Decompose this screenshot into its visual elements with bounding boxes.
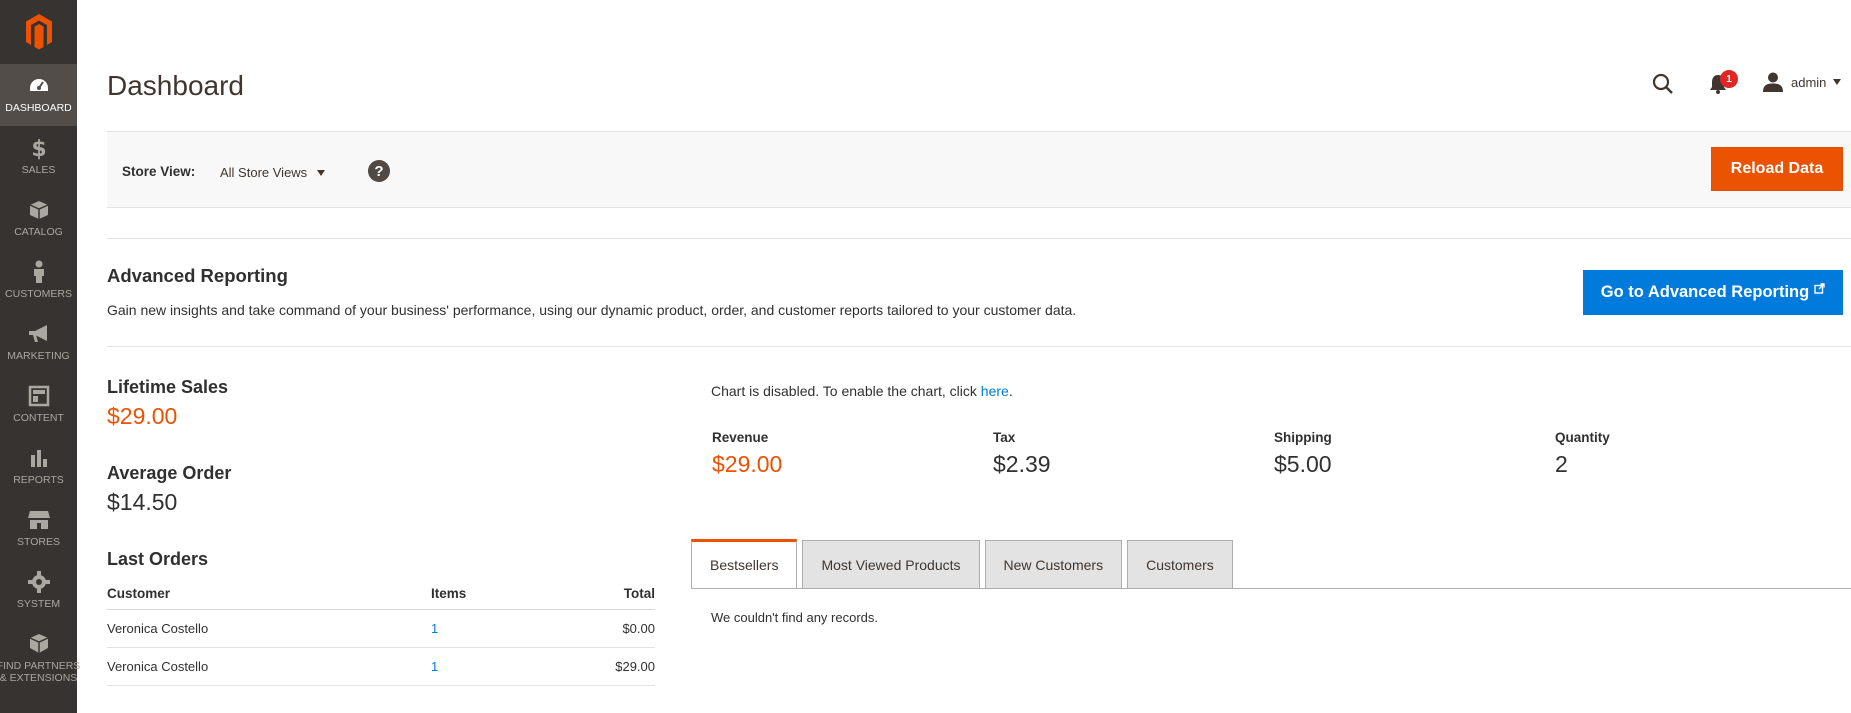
svg-text:$: $: [31, 137, 46, 160]
sidebar-item-label: STORES: [17, 536, 60, 548]
storefront-icon: [26, 507, 52, 533]
last-orders-table: Customer Items Total Veronica Costello 1…: [107, 578, 655, 686]
speedometer-icon: [26, 73, 52, 99]
bar-chart-icon: [26, 445, 52, 471]
enable-chart-link[interactable]: here: [981, 383, 1009, 399]
sidebar-item-reports[interactable]: REPORTS: [0, 436, 77, 498]
order-customer: Veronica Costello: [107, 659, 209, 674]
lifetime-sales-label: Lifetime Sales: [107, 377, 229, 397]
page-title: Dashboard: [107, 70, 244, 101]
cubes-icon: [26, 631, 52, 657]
shipping-label: Shipping: [1274, 430, 1332, 445]
dashboard-tabs: Bestsellers Most Viewed Products New Cus…: [691, 539, 1238, 588]
megaphone-icon: [26, 321, 52, 347]
order-customer: Veronica Costello: [107, 621, 209, 636]
store-view-selected: All Store Views: [220, 165, 308, 180]
tax-label: Tax: [993, 430, 1016, 445]
sidebar-item-label: SYSTEM: [16, 598, 61, 610]
quantity-label: Quantity: [1555, 430, 1610, 445]
total-quantity: Quantity 2: [1555, 430, 1610, 478]
external-link-icon: [1814, 283, 1825, 294]
last-orders-title: Last Orders: [107, 549, 209, 569]
sidebar-item-label: CUSTOMERS: [5, 288, 72, 300]
tab-new-customers[interactable]: New Customers: [984, 540, 1123, 588]
chevron-down-icon: [1833, 79, 1842, 85]
chart-message-text: Chart is disabled. To enable the chart, …: [711, 383, 981, 399]
order-items: 1: [431, 621, 439, 636]
revenue-value: $29.00: [712, 451, 783, 477]
reload-data-button[interactable]: Reload Data: [1711, 147, 1843, 191]
chart-message-suffix: .: [1008, 383, 1013, 399]
gear-icon: [26, 569, 52, 595]
sidebar-item-label: CONTENT: [13, 412, 64, 424]
advanced-reporting-title: Advanced Reporting: [107, 265, 288, 286]
sidebar-item-customers[interactable]: CUSTOMERS: [0, 250, 77, 312]
sidebar-item-marketing[interactable]: MARKETING: [0, 312, 77, 374]
sidebar-item-system[interactable]: SYSTEM: [0, 560, 77, 622]
quantity-value: 2: [1555, 451, 1568, 477]
dollar-icon: $: [26, 135, 52, 161]
column-header-items: Items: [431, 586, 467, 601]
sidebar-item-dashboard[interactable]: DASHBOARD: [0, 64, 77, 126]
button-label: Go to Advanced Reporting: [1600, 283, 1810, 301]
tabs-divider: [691, 588, 1851, 589]
sidebar-item-catalog[interactable]: CATALOG: [0, 188, 77, 250]
store-view-label: Store View:: [122, 164, 196, 179]
magento-logo-icon: [25, 14, 52, 50]
tab-bestsellers[interactable]: Bestsellers: [691, 539, 798, 588]
sidebar-item-label: SALES: [21, 164, 56, 176]
user-name: admin: [1791, 74, 1827, 90]
order-total: $0.00: [622, 621, 655, 636]
store-view-bar: Store View: All Store Views ? Reload Dat…: [107, 131, 1851, 208]
magento-logo[interactable]: [0, 0, 77, 64]
layout-icon: [26, 383, 52, 409]
empty-records-message: We couldn't find any records.: [711, 610, 878, 625]
order-total: $29.00: [615, 659, 655, 674]
divider: [107, 238, 1851, 239]
column-header-total: Total: [623, 586, 655, 601]
tab-most-viewed-products[interactable]: Most Viewed Products: [802, 540, 980, 588]
sidebar-item-stores[interactable]: STORES: [0, 498, 77, 560]
user-icon: [1763, 72, 1783, 92]
revenue-label: Revenue: [712, 430, 769, 445]
store-view-select[interactable]: All Store Views: [220, 165, 326, 180]
search-icon[interactable]: [1652, 73, 1674, 100]
order-items: 1: [431, 659, 439, 674]
sidebar-item-label: CATALOG: [14, 226, 63, 238]
total-tax: Tax $2.39: [993, 430, 1051, 478]
advanced-reporting-description: Gain new insights and take command of yo…: [107, 302, 1077, 318]
person-icon: [26, 259, 52, 285]
sidebar-item-label: REPORTS: [13, 474, 64, 486]
sidebar-item-label: DASHBOARD: [5, 102, 72, 114]
average-order-label: Average Order: [107, 463, 232, 483]
average-order-value: $14.50: [107, 489, 178, 515]
notification-badge: 1: [1720, 70, 1738, 88]
tab-customers[interactable]: Customers: [1127, 540, 1233, 588]
total-revenue: Revenue $29.00: [712, 430, 782, 478]
total-shipping: Shipping $5.00: [1274, 430, 1332, 478]
table-header: Customer Items Total: [107, 578, 655, 610]
box-icon: [26, 197, 52, 223]
table-row[interactable]: Veronica Costello 1 $29.00: [107, 648, 655, 686]
sidebar: DASHBOARD $ SALES CATALOG CUSTOMERS MARK…: [0, 0, 81, 713]
column-header-customer: Customer: [107, 586, 171, 601]
sidebar-item-label: MARKETING: [7, 350, 70, 362]
sidebar-item-content[interactable]: CONTENT: [0, 374, 77, 436]
lifetime-sales-value: $29.00: [107, 403, 178, 429]
tax-value: $2.39: [993, 451, 1051, 477]
sidebar-item-label: FIND PARTNERS: [0, 660, 81, 672]
help-icon[interactable]: ?: [368, 160, 390, 182]
chart-disabled-message: Chart is disabled. To enable the chart, …: [711, 383, 1013, 399]
chevron-down-icon: [317, 169, 326, 176]
divider: [107, 346, 1851, 347]
sidebar-item-sales[interactable]: $ SALES: [0, 126, 77, 188]
shipping-value: $5.00: [1274, 451, 1332, 477]
table-row[interactable]: Veronica Costello 1 $0.00: [107, 610, 655, 648]
sidebar-item-find-partners[interactable]: FIND PARTNERS & EXTENSIONS: [0, 622, 81, 700]
sidebar-item-label: & EXTENSIONS: [0, 672, 78, 684]
go-to-advanced-reporting-button[interactable]: Go to Advanced Reporting: [1583, 270, 1843, 315]
user-menu[interactable]: admin: [1763, 72, 1842, 92]
